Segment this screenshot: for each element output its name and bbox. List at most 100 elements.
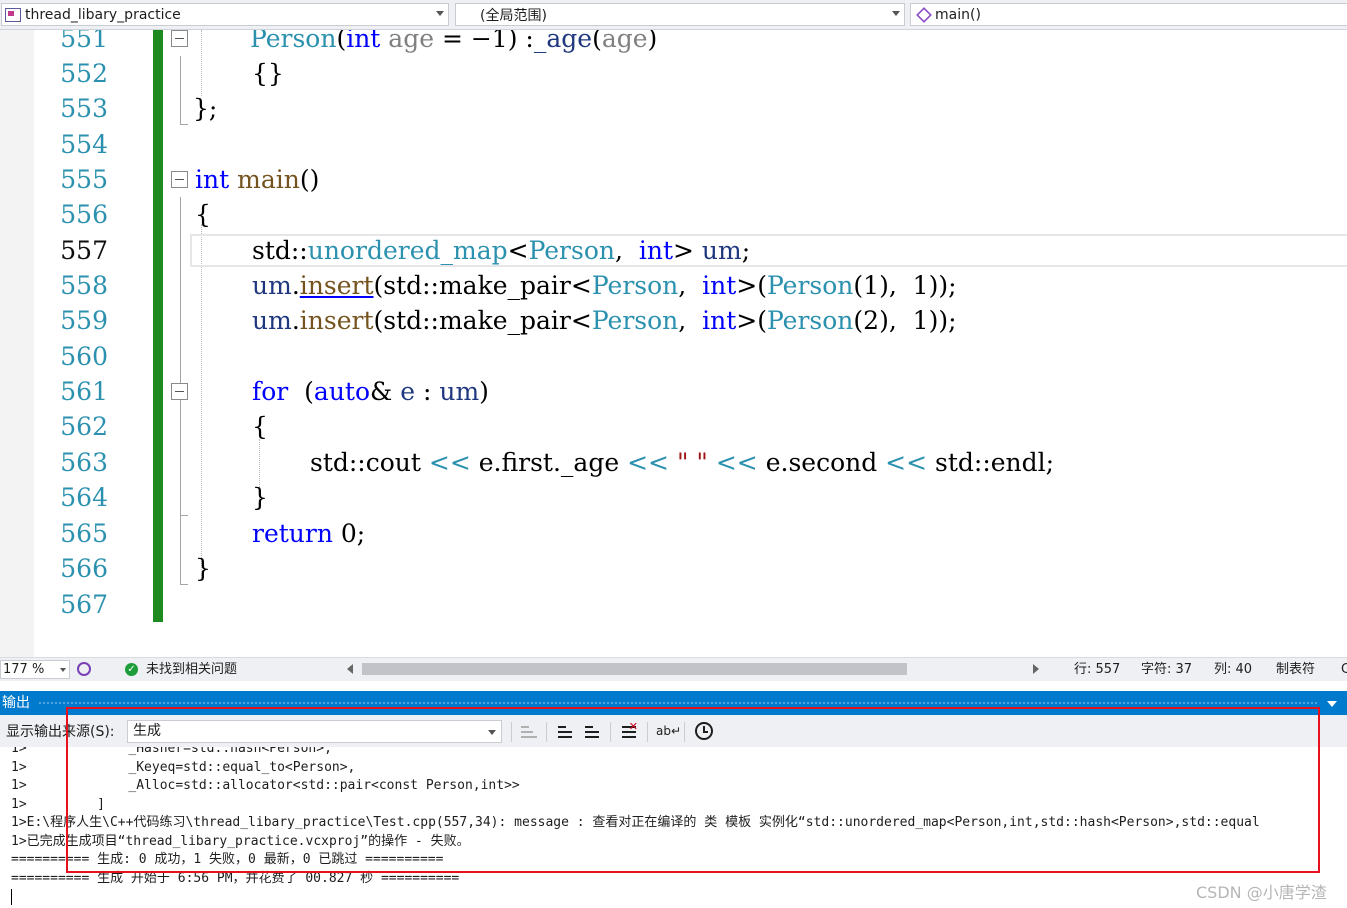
line-number: 555 — [60, 165, 108, 194]
method-cube-icon — [916, 6, 932, 23]
word-wrap-icon[interactable]: ab↵ — [656, 722, 681, 740]
code-text: um.insert(std::make_pair<Person, int>(Pe… — [252, 306, 957, 335]
char-indicator[interactable]: 字符: 37 — [1141, 661, 1192, 679]
project-name: thread_libary_practice — [25, 6, 181, 23]
code-line[interactable]: 561 for (auto& e : um) — [0, 374, 1347, 409]
clear-all-icon[interactable]: ✕ — [620, 721, 638, 740]
code-editor[interactable]: 551 Person(int age = −1) :_age(age) 552 … — [0, 30, 1347, 657]
output-line: 1>E:\程序人生\C++代码练习\thread_libary_practice… — [11, 815, 1260, 830]
output-line: 1> _Alloc=std::allocator<std::pair<const… — [11, 778, 520, 793]
line-number: 564 — [60, 483, 108, 512]
watermark: CSDN @小唐学渣 — [1196, 883, 1327, 902]
output-line: ========== 生成 开始于 6:56 PM，并花费了 00.827 秒 … — [11, 871, 460, 886]
line-number: 552 — [60, 59, 108, 88]
horizontal-scrollbar-thumb[interactable] — [362, 663, 907, 675]
line-number: 558 — [60, 271, 108, 300]
scroll-right-icon[interactable] — [1033, 664, 1039, 674]
code-line[interactable]: 567 — [0, 587, 1347, 622]
code-text: for (auto& e : um) — [252, 377, 489, 406]
code-line[interactable]: 563 std::cout << e.first._age << " " << … — [0, 445, 1347, 480]
toolbar-separator — [647, 722, 648, 742]
code-line[interactable]: 560 — [0, 339, 1347, 374]
collapse-toggle-icon[interactable] — [171, 383, 188, 400]
code-line[interactable]: 565 return 0; — [0, 516, 1347, 551]
next-message-icon[interactable] — [583, 722, 601, 740]
code-line[interactable]: 559 um.insert(std::make_pair<Person, int… — [0, 303, 1347, 338]
line-number: 562 — [60, 412, 108, 441]
chevron-down-icon — [488, 730, 496, 735]
project-icon — [5, 7, 21, 22]
code-text: int main() — [195, 165, 320, 194]
tabs-indicator[interactable]: 制表符 — [1276, 661, 1315, 679]
output-source-label: 显示输出来源(S): — [6, 724, 115, 740]
code-line[interactable]: 556 { — [0, 197, 1347, 232]
check-circle-icon: ✓ — [125, 663, 138, 676]
code-line[interactable]: 558 um.insert(std::make_pair<Person, int… — [0, 268, 1347, 303]
code-text: { — [252, 412, 268, 441]
line-number: 556 — [60, 200, 108, 229]
scroll-left-icon[interactable] — [347, 664, 353, 674]
code-line[interactable]: 551 Person(int age = −1) :_age(age) — [0, 30, 1347, 56]
panel-menu-icon[interactable] — [1327, 701, 1337, 707]
project-dropdown[interactable]: thread_libary_practice — [1, 3, 449, 26]
line-number: 567 — [60, 590, 108, 619]
chevron-down-icon — [60, 668, 66, 672]
zoom-dropdown[interactable]: 177 % — [0, 660, 70, 679]
code-cleanup-icon[interactable] — [77, 662, 91, 676]
toolbar-separator — [546, 722, 547, 742]
issues-status[interactable]: 未找到相关问题 — [146, 661, 237, 679]
scope-label: (全局范围) — [480, 7, 547, 24]
find-message-icon[interactable] — [519, 722, 537, 740]
code-line[interactable]: 562 { — [0, 409, 1347, 444]
line-number: 565 — [60, 519, 108, 548]
output-line: 1> _Hasher=std::hash<Person>, — [11, 747, 332, 756]
member-label: main() — [935, 6, 981, 23]
code-text: } — [252, 483, 268, 512]
collapse-toggle-icon[interactable] — [171, 171, 188, 188]
clock-icon[interactable] — [695, 722, 713, 740]
code-text: Person(int age = −1) :_age(age) — [250, 30, 658, 53]
output-line: 1> _Keyeq=std::equal_to<Person>, — [11, 760, 356, 775]
text-caret — [11, 889, 12, 905]
toolbar-separator — [684, 722, 685, 742]
member-dropdown[interactable]: main() — [910, 3, 1347, 26]
line-number: 553 — [60, 94, 108, 123]
code-line[interactable]: 554 — [0, 127, 1347, 162]
scope-dropdown[interactable]: (全局范围) — [455, 3, 905, 26]
code-line[interactable]: 553 }; — [0, 91, 1347, 126]
output-source-value: 生成 — [133, 723, 161, 739]
toolbar-separator — [511, 722, 512, 742]
code-text: std::unordered_map<Person, int> um; — [252, 236, 751, 265]
code-text: {} — [252, 59, 284, 88]
column-indicator[interactable]: 列: 40 — [1214, 661, 1252, 679]
chevron-down-icon — [436, 11, 444, 16]
code-line[interactable]: 564 } — [0, 480, 1347, 515]
title-grip — [38, 701, 1317, 706]
code-line[interactable]: 552 {} — [0, 56, 1347, 91]
navigation-bar: thread_libary_practice (全局范围) main() — [0, 0, 1347, 30]
line-indicator[interactable]: 行: 557 — [1074, 661, 1120, 679]
output-line: 1>已完成生成项目“thread_libary_practice.vcxproj… — [11, 834, 470, 849]
code-line[interactable]: 566 } — [0, 551, 1347, 586]
zoom-level: 177 % — [3, 662, 45, 677]
line-number: 554 — [60, 130, 108, 159]
editor-status-strip: 177 % ✓ 未找到相关问题 行: 557 字符: 37 列: 40 制表符 … — [0, 657, 1347, 681]
line-number: 559 — [60, 306, 108, 335]
output-toolbar: 显示输出来源(S): 生成 ✕ ab↵ — [0, 715, 1347, 747]
previous-message-icon[interactable] — [556, 722, 574, 740]
output-text-area[interactable]: 1> _Hasher=std::hash<Person>, 1> _Keyeq=… — [0, 747, 1347, 908]
code-text: } — [195, 554, 211, 583]
output-source-dropdown[interactable]: 生成 — [127, 720, 502, 743]
code-line[interactable]: 555 int main() — [0, 162, 1347, 197]
line-ending-indicator[interactable]: C — [1341, 661, 1347, 679]
code-text: }; — [193, 94, 218, 123]
toolbar-separator — [610, 722, 611, 742]
output-panel-title[interactable]: 输出 — [0, 691, 1347, 715]
output-line: 1> ] — [11, 797, 105, 812]
output-line: ========== 生成: 0 成功，1 失败，0 最新，0 已跳过 ====… — [11, 852, 444, 867]
line-number: 561 — [60, 377, 108, 406]
collapse-toggle-icon[interactable] — [171, 30, 188, 47]
line-number: 551 — [60, 30, 108, 53]
code-line-current[interactable]: 557 std::unordered_map<Person, int> um; — [0, 233, 1347, 268]
chevron-down-icon — [892, 11, 900, 16]
